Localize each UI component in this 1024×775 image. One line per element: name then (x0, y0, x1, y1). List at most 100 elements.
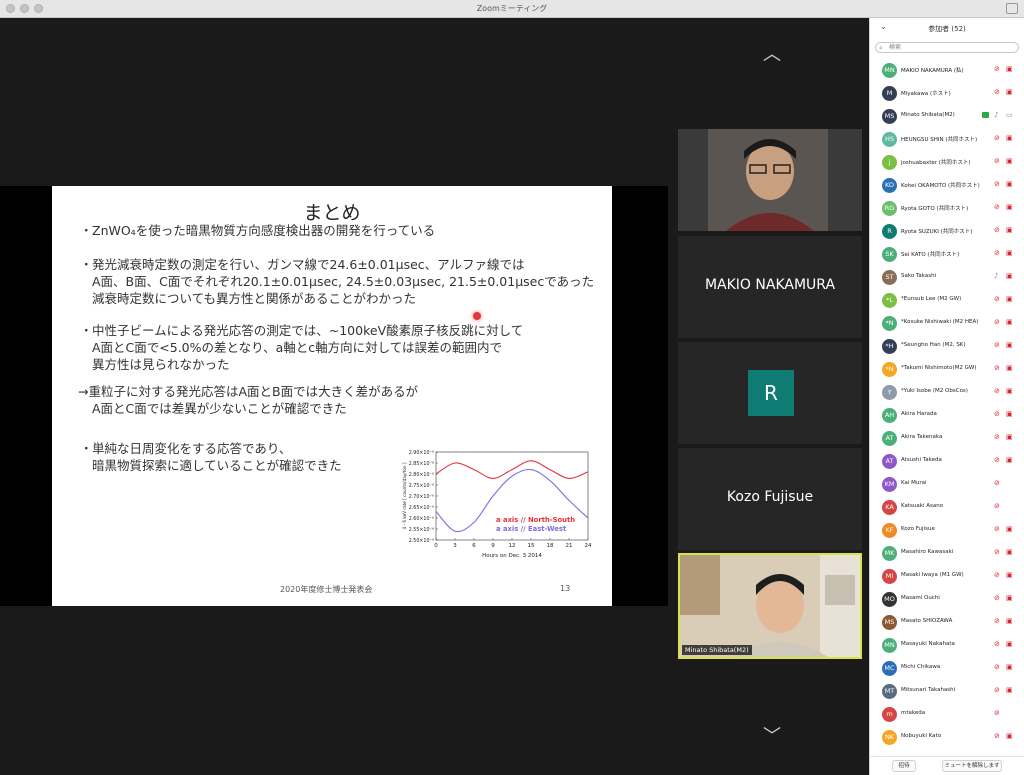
mic-off-icon[interactable]: ⊘ (994, 640, 1000, 648)
camera-off-icon[interactable]: ▣ (1006, 249, 1013, 257)
camera-off-icon[interactable]: ▣ (1006, 433, 1013, 441)
camera-off-icon[interactable]: ▣ (1006, 617, 1013, 625)
camera-off-icon[interactable]: ▣ (1006, 456, 1013, 464)
camera-off-icon[interactable]: ▣ (1006, 732, 1013, 740)
camera-off-icon[interactable]: ▣ (1006, 686, 1013, 694)
participant-row[interactable]: NK Nobuyuki Kato ⊘ ▣ (870, 726, 1024, 749)
mic-off-icon[interactable]: ⊘ (994, 249, 1000, 257)
mic-off-icon[interactable]: ⊘ (994, 732, 1000, 740)
participant-row[interactable]: j joshuabaxter (共同ホスト) ⊘ ▣ (870, 151, 1024, 174)
participant-search-input[interactable]: ⌕ 検索 (875, 42, 1019, 53)
participant-row[interactable]: MO Masami Ouchi ⊘ ▣ (870, 588, 1024, 611)
participant-row[interactable]: m mtakeda ⊘ (870, 703, 1024, 726)
video-tile-kozo-fujisue[interactable]: Kozo Fujisue (678, 448, 862, 550)
camera-off-icon[interactable]: ▣ (1006, 594, 1013, 602)
camera-off-icon[interactable]: ▣ (1006, 318, 1013, 326)
mic-off-icon[interactable]: ⊘ (994, 479, 1000, 487)
camera-off-icon[interactable]: ▣ (1006, 65, 1013, 73)
fullscreen-icon[interactable] (1006, 3, 1018, 14)
mic-off-icon[interactable]: ⊘ (994, 295, 1000, 303)
mic-off-icon[interactable]: ⊘ (994, 180, 1000, 188)
participant-row[interactable]: *N *Takumi Nishimoto(M2 GW) ⊘ ▣ (870, 358, 1024, 381)
mic-off-icon[interactable]: ⊘ (994, 134, 1000, 142)
camera-off-icon[interactable]: ▣ (1006, 525, 1013, 533)
participant-name: Miyakawa (ホスト) (901, 91, 951, 97)
avatar: HS (882, 132, 897, 147)
video-tile-makio-nakamura[interactable]: MAKIO NAKAMURA (678, 236, 862, 338)
participant-row[interactable]: R Ryota SUZUKI (共同ホスト) ⊘ ▣ (870, 220, 1024, 243)
mic-off-icon[interactable]: ⊘ (994, 203, 1000, 211)
participant-row[interactable]: HS HEUNGSU SHIN (共同ホスト) ⊘ ▣ (870, 128, 1024, 151)
chevron-up-icon[interactable]: ︿ (763, 46, 781, 64)
mic-off-icon[interactable]: ⊘ (994, 341, 1000, 349)
mic-off-icon[interactable]: ⊘ (994, 433, 1000, 441)
video-tile-active-speaker[interactable]: Minato Shibata(M2) (678, 553, 862, 659)
participant-row[interactable]: *N *Kosuke Nishiwaki (M2 HEA) ⊘ ▣ (870, 312, 1024, 335)
invite-button[interactable]: 招待 (892, 760, 916, 772)
mic-off-icon[interactable]: ⊘ (994, 88, 1000, 96)
mic-off-icon[interactable]: ⊘ (994, 502, 1000, 510)
participant-row[interactable]: RG Ryota GOTO (共同ホスト) ⊘ ▣ (870, 197, 1024, 220)
participant-row[interactable]: ST Sako Takashi ♪ ▣ (870, 266, 1024, 289)
video-tile-camera[interactable] (678, 129, 862, 231)
participant-row[interactable]: KA Katsuaki Asano ⊘ (870, 496, 1024, 519)
participant-row[interactable]: AT Akira Takenaka ⊘ ▣ (870, 427, 1024, 450)
camera-off-icon[interactable]: ▣ (1006, 180, 1013, 188)
mic-off-icon[interactable]: ⊘ (994, 65, 1000, 73)
camera-off-icon[interactable]: ▣ (1006, 134, 1013, 142)
participant-row[interactable]: MN Masayuki Nakahata ⊘ ▣ (870, 634, 1024, 657)
participant-row[interactable]: SK Sei KATO (共同ホスト) ⊘ ▣ (870, 243, 1024, 266)
participant-row[interactable]: *H *Seungho Han (M2, SK) ⊘ ▣ (870, 335, 1024, 358)
mic-icon[interactable]: ♪ (994, 272, 998, 280)
camera-off-icon[interactable]: ▣ (1006, 157, 1013, 165)
participant-row[interactable]: MS Minato Shibata(M2) ♪ ▭ (870, 105, 1024, 128)
mic-off-icon[interactable]: ⊘ (994, 456, 1000, 464)
mic-off-icon[interactable]: ⊘ (994, 387, 1000, 395)
unmute-request-button[interactable]: ミュートを解除します (942, 760, 1002, 772)
chevron-down-icon[interactable]: ﹀ (763, 728, 781, 746)
camera-off-icon[interactable]: ▣ (1006, 640, 1013, 648)
mic-off-icon[interactable]: ⊘ (994, 157, 1000, 165)
mic-off-icon[interactable]: ⊘ (994, 594, 1000, 602)
participant-row[interactable]: AT Atsushi Takeda ⊘ ▣ (870, 450, 1024, 473)
participant-row[interactable]: MS Masato SHIOZAWA ⊘ ▣ (870, 611, 1024, 634)
camera-off-icon[interactable]: ▣ (1006, 548, 1013, 556)
camera-off-icon[interactable]: ▣ (1006, 88, 1013, 96)
participant-row[interactable]: Y *Yuki Isobe (M2 ObsCos) ⊘ ▣ (870, 381, 1024, 404)
participant-row[interactable]: MI Masaki Iwaya (M1 GW) ⊘ ▣ (870, 565, 1024, 588)
camera-off-icon[interactable]: ▣ (1006, 295, 1013, 303)
mic-off-icon[interactable]: ⊘ (994, 410, 1000, 418)
mic-off-icon[interactable]: ⊘ (994, 709, 1000, 717)
camera-off-icon[interactable]: ▣ (1006, 341, 1013, 349)
participant-row[interactable]: KF Kozo Fujisue ⊘ ▣ (870, 519, 1024, 542)
participant-row[interactable]: MT Mitsunari Takahashi ⊘ ▣ (870, 680, 1024, 703)
mic-icon[interactable]: ♪ (994, 111, 998, 119)
camera-icon[interactable]: ▭ (1006, 111, 1013, 119)
participant-row[interactable]: MK Masahiro Kawasaki ⊘ ▣ (870, 542, 1024, 565)
mic-off-icon[interactable]: ⊘ (994, 663, 1000, 671)
mic-off-icon[interactable]: ⊘ (994, 318, 1000, 326)
camera-off-icon[interactable]: ▣ (1006, 410, 1013, 418)
participant-row[interactable]: *L *Eunsub Lee (M2 GW) ⊘ ▣ (870, 289, 1024, 312)
mic-off-icon[interactable]: ⊘ (994, 226, 1000, 234)
camera-off-icon[interactable]: ▣ (1006, 272, 1013, 280)
mic-off-icon[interactable]: ⊘ (994, 571, 1000, 579)
mic-off-icon[interactable]: ⊘ (994, 525, 1000, 533)
camera-off-icon[interactable]: ▣ (1006, 203, 1013, 211)
camera-off-icon[interactable]: ▣ (1006, 571, 1013, 579)
mic-off-icon[interactable]: ⊘ (994, 364, 1000, 372)
mic-off-icon[interactable]: ⊘ (994, 686, 1000, 694)
participant-row[interactable]: AH Akira Harada ⊘ ▣ (870, 404, 1024, 427)
participant-row[interactable]: MC Michi Chikawa ⊘ ▣ (870, 657, 1024, 680)
mic-off-icon[interactable]: ⊘ (994, 617, 1000, 625)
participant-row[interactable]: M Miyakawa (ホスト) ⊘ ▣ (870, 82, 1024, 105)
participant-row[interactable]: MN MAKIO NAKAMURA (私) ⊘ ▣ (870, 59, 1024, 82)
mic-off-icon[interactable]: ⊘ (994, 548, 1000, 556)
camera-off-icon[interactable]: ▣ (1006, 364, 1013, 372)
participant-row[interactable]: KO Kohei OKAMOTO (共同ホスト) ⊘ ▣ (870, 174, 1024, 197)
video-tile-ryota-suzuki[interactable]: R (678, 342, 862, 444)
camera-off-icon[interactable]: ▣ (1006, 663, 1013, 671)
camera-off-icon[interactable]: ▣ (1006, 387, 1013, 395)
camera-off-icon[interactable]: ▣ (1006, 226, 1013, 234)
participant-row[interactable]: KM Kai Murai ⊘ (870, 473, 1024, 496)
